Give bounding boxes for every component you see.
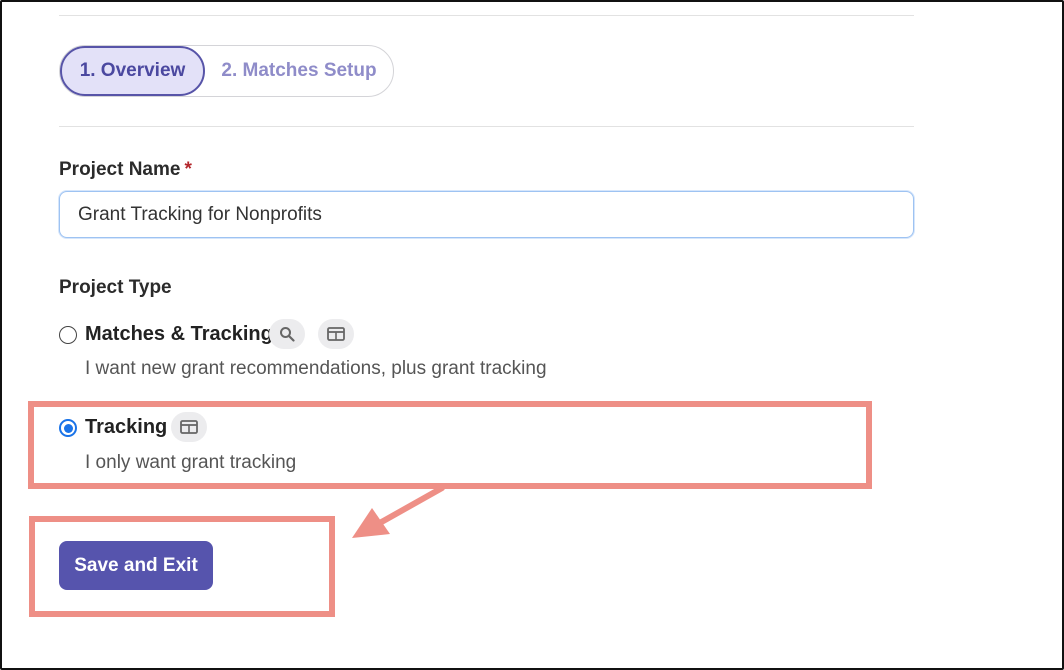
save-and-exit-button[interactable]: Save and Exit xyxy=(59,541,213,590)
